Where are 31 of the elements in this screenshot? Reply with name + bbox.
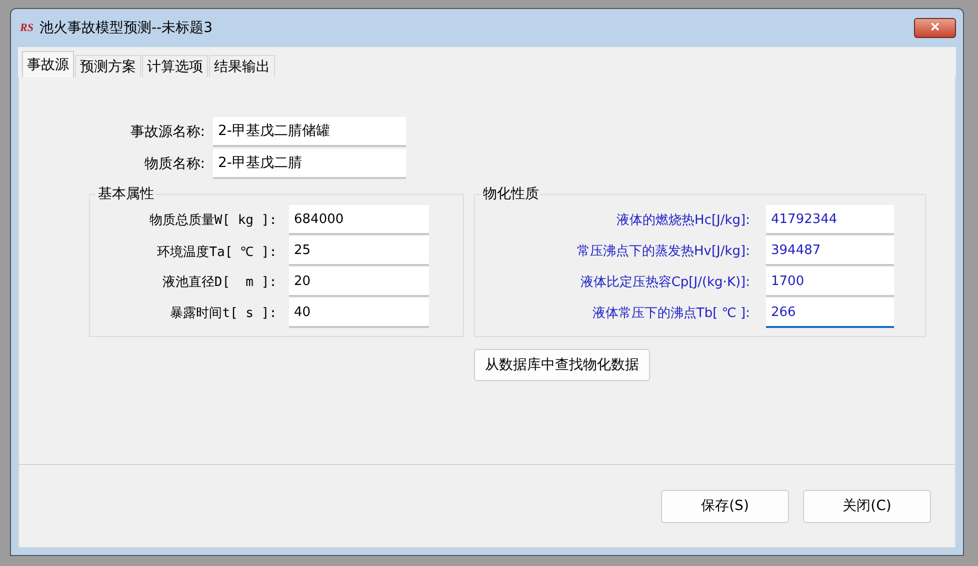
app-logo: RS (20, 22, 34, 34)
group-title: 基本属性 (97, 185, 155, 203)
input-field[interactable]: 2-甲基戊二腈 (213, 149, 406, 179)
tab[interactable]: 计算选项 (142, 55, 208, 77)
input-field[interactable]: 40 (289, 298, 429, 328)
input-field[interactable]: 25 (289, 236, 429, 266)
input-field[interactable]: 41792344 (766, 205, 894, 235)
input-field[interactable]: 20 (289, 267, 429, 297)
field-label: 液体比定压热容Cp[J/(kg·K)]: (579, 274, 751, 291)
field-label: 事故源名称: (129, 123, 206, 141)
field-label: 暴露时间t[ s ]: (169, 305, 278, 322)
dialog-button[interactable]: 保存(S) (661, 490, 789, 522)
input-field[interactable]: 684000 (289, 205, 429, 235)
group-title: 物化性质 (482, 185, 540, 203)
field-label: 液池直径D[ m ]: (161, 274, 278, 291)
field-label: 物质总质量W[ kg ]: (148, 212, 278, 229)
tab[interactable]: 事故源 (22, 51, 74, 77)
tab[interactable]: 结果输出 (209, 55, 275, 77)
tab[interactable]: 预测方案 (75, 55, 141, 77)
input-field[interactable]: 1700 (766, 267, 894, 297)
field-label: 物质名称: (143, 155, 206, 173)
dialog-button[interactable]: 关闭(C) (803, 490, 931, 522)
field-label: 环境温度Ta[ ℃ ]: (156, 244, 278, 260)
field-label: 液体的燃烧热Hc[J/kg]: (616, 212, 751, 229)
field-label: 常压沸点下的蒸发热Hv[J/kg]: (576, 243, 751, 260)
lookup-button[interactable]: 从数据库中查找物化数据 (474, 349, 650, 381)
input-field[interactable]: 394487 (766, 236, 894, 266)
field-label: 液体常压下的沸点Tb[ ℃ ]: (591, 305, 751, 322)
window-title: 池火事故模型预测--未标题3 (39, 19, 212, 37)
input-field[interactable]: 2-甲基戊二腈储罐 (213, 117, 406, 147)
input-field[interactable]: 266 (766, 298, 894, 328)
